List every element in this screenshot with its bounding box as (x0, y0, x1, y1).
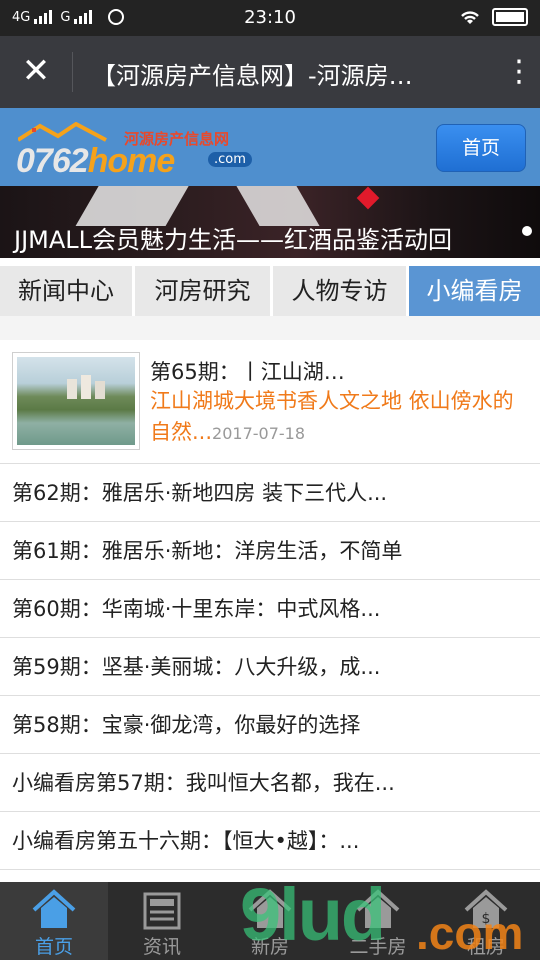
nav-rent-label: 租房 (466, 936, 505, 958)
nav-news-label: 资讯 (142, 936, 181, 958)
roof-logo-icon (18, 122, 107, 142)
status-icons (458, 8, 528, 26)
featured-date: 2017-07-18 (212, 424, 306, 443)
house-icon (32, 889, 76, 928)
landscape-image (17, 357, 135, 445)
section-spacer (0, 316, 540, 340)
nav-new-homes-label: 新房 (250, 936, 289, 958)
list-item[interactable]: 小编看房第五十六期：【恒大•越】：... (0, 812, 540, 870)
list-item[interactable]: 第62期：雅居乐·新地四房 装下三代人... (0, 464, 540, 522)
list-item[interactable]: 第60期：华南城·十里东岸：中式风格... (0, 580, 540, 638)
close-icon[interactable]: ✕ (18, 54, 54, 90)
nav-second-hand[interactable]: 二手房 (324, 882, 432, 960)
slider-dot[interactable] (522, 226, 532, 236)
nav-new-homes[interactable]: 新房 (216, 882, 324, 960)
new-house-icon (248, 889, 292, 928)
nav-home[interactable]: 首页 (0, 882, 108, 960)
status-bar: 4G G 23:10 (0, 0, 540, 36)
wifi-icon (461, 11, 479, 24)
article-list: 第62期：雅居乐·新地四房 装下三代人... 第61期：雅居乐·新地：洋房生活，… (0, 464, 540, 870)
logo-chinese-name: 河源房产信息网 (124, 130, 230, 148)
site-logo[interactable]: 0762home 河源房产信息网 .com (12, 122, 272, 180)
title-divider (72, 52, 73, 92)
tab-housing-research[interactable]: 河房研究 (132, 266, 270, 316)
page-title: 【河源房产信息网】-河源房… (92, 62, 413, 90)
tab-news-center[interactable]: 新闻中心 (0, 266, 132, 316)
nav-second-hand-label: 二手房 (349, 936, 407, 958)
site-header: 0762home 河源房产信息网 .com 首页 (0, 108, 540, 186)
tab-editor-house-viewing[interactable]: 小编看房 (406, 266, 540, 316)
nav-rent[interactable]: $ 租房 (432, 882, 540, 960)
browser-title-bar: ✕ 【河源房产信息网】-河源房… ⋮ (0, 36, 540, 108)
featured-article[interactable]: 第65期：丨江山湖… 江山湖城大境书香人文之地 依山傍水的自然...2017-0… (0, 340, 540, 464)
banner-graphic-3 (356, 186, 380, 210)
list-item[interactable]: 小编看房第57期：我叫恒大名都，我在... (0, 754, 540, 812)
logo-domain-badge: .com (208, 152, 252, 167)
rent-house-icon: $ (464, 889, 508, 928)
banner-caption: JJMALL会员魅力生活——红酒品鉴活动回 (14, 226, 453, 254)
banner-slider[interactable]: JJMALL会员魅力生活——红酒品鉴活动回 (0, 186, 540, 258)
nav-news[interactable]: 资讯 (108, 882, 216, 960)
category-tabs: 新闻中心 河房研究 人物专访 小编看房 (0, 266, 540, 316)
nav-home-label: 首页 (34, 936, 73, 958)
featured-title[interactable]: 第65期：丨江山湖… (150, 356, 345, 386)
tab-interviews[interactable]: 人物专访 (270, 266, 406, 316)
bottom-navigation: 首页 资讯 新房 二手房 $ 租房 (0, 882, 540, 960)
list-item[interactable]: 第58期：宝豪·御龙湾，你最好的选择 (0, 696, 540, 754)
list-item[interactable]: 第59期：坚基·美丽城：八大升级，成... (0, 638, 540, 696)
battery-icon (492, 8, 528, 26)
featured-thumbnail[interactable] (12, 352, 140, 450)
list-item[interactable]: 第61期：雅居乐·新地：洋房生活，不简单 (0, 522, 540, 580)
featured-description[interactable]: 江山湖城大境书香人文之地 依山傍水的自然...2017-07-18 (150, 386, 530, 449)
more-menu-icon[interactable]: ⋮ (504, 54, 534, 90)
svg-text:$: $ (482, 911, 491, 927)
newspaper-icon (143, 892, 181, 930)
second-hand-house-icon (356, 889, 400, 928)
home-button[interactable]: 首页 (436, 124, 526, 172)
